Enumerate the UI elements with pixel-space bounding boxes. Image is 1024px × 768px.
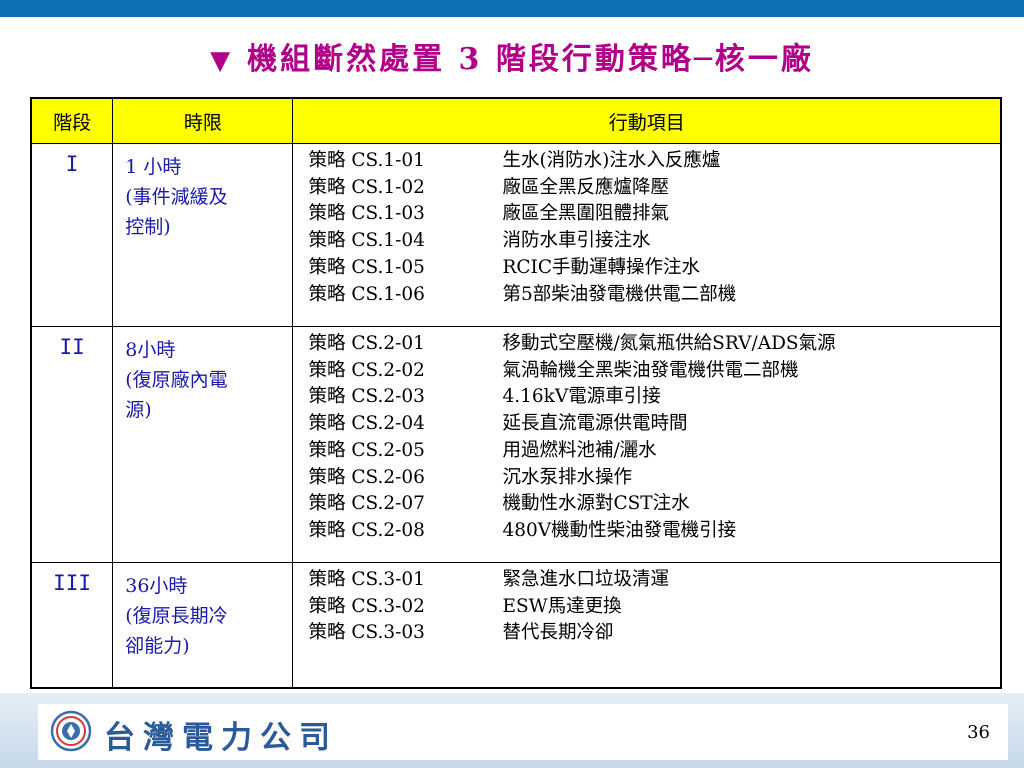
action-item: 策略 CS.3-01 緊急進水口垃圾清運: [308, 567, 994, 594]
strategy-code: 策略 CS.1-02: [308, 176, 425, 198]
taipower-logo-icon: [50, 710, 92, 752]
strategy-code: 策略 CS.1-03: [308, 203, 425, 225]
company-name: 台灣電力公司: [104, 720, 338, 756]
action-item: 策略 CS.1-03 廠區全黑圍阻體排氣: [308, 201, 994, 228]
header-action-items: 行動項目: [292, 97, 1002, 144]
action-item: 策略 CS.2-07 機動性水源對CST注水: [308, 491, 994, 518]
action-item: 策略 CS.1-02 廠區全黑反應爐降壓: [308, 175, 994, 202]
top-accent-bar: [0, 0, 1024, 17]
strategy-action: RCIC手動運轉操作注水: [502, 256, 700, 278]
time-limit-cell: 8小時 (復原廠內電 源): [112, 326, 294, 563]
action-item: 策略 CS.2-04 延長直流電源供電時間: [308, 411, 994, 438]
strategy-table: 階段 時限 行動項目 I 1 小時 (事件減緩及 控制) 策略 CS.1-01 生水(消防…: [30, 97, 1002, 689]
strategy-code: 策略 CS.2-01: [308, 333, 425, 354]
action-item: 策略 CS.1-05 RCIC手動運轉操作注水: [308, 255, 994, 282]
strategy-action: 廠區全黑圍阻體排氣: [502, 203, 669, 225]
stage-cell: III: [30, 562, 114, 688]
strategy-action: ESW馬達更換: [502, 595, 622, 617]
strategy-code: 策略 CS.2-03: [308, 386, 425, 408]
stage-cell: II: [30, 326, 114, 563]
slide-title-text: 機組斷然處置 3 階段行動策略─核一廠: [247, 42, 814, 77]
strategy-code: 策略 CS.2-04: [308, 413, 425, 435]
strategy-action: 廠區全黑反應爐降壓: [502, 176, 669, 198]
strategy-action: 沉水泵排水操作: [502, 466, 632, 488]
table-row: II 8小時 (復原廠內電 源) 策略 CS.2-01 移動式空壓機/氮氣瓶供給SRV/A…: [30, 326, 1002, 563]
time-limit-line: (復原廠內電: [125, 369, 228, 391]
strategy-action: 機動性水源對CST注水: [502, 493, 690, 515]
strategy-action: 第5部柴油發電機供電二部機: [502, 283, 737, 305]
time-limit-line: 控制): [125, 216, 171, 238]
action-item: 策略 CS.2-03 4.16kV電源車引接: [308, 384, 994, 411]
strategy-code: 策略 CS.1-01: [308, 150, 425, 171]
time-limit-line: 8小時: [125, 339, 176, 361]
header-stage: 階段: [30, 97, 114, 144]
table-row: I1 小時 (事件減緩及 控制) 策略 CS.1-01 生水(消防水)注水入反應爐 策略 …: [30, 143, 1002, 327]
page-number: 36: [967, 722, 990, 743]
action-item: 策略 CS.3-03 替代長期冷卻: [308, 620, 994, 647]
action-item: 策略 CS.3-02 ESW馬達更換: [308, 594, 994, 621]
action-item: 策略 CS.2-01 移動式空壓機/氮氣瓶供給SRV/ADS氣源: [308, 331, 994, 358]
strategy-code: 策略 CS.2-06: [308, 466, 425, 488]
action-item: 策略 CS.2-08 480V機動性柴油發電機引接: [308, 518, 994, 545]
time-limit-cell: 36小時 (復原長期冷 卻能力): [112, 562, 294, 688]
strategy-code: 策略 CS.3-02: [308, 595, 425, 617]
time-limit-line: (復原長期冷: [125, 605, 228, 627]
action-item: 策略 CS.2-06 沉水泵排水操作: [308, 465, 994, 492]
strategy-code: 策略 CS.1-05: [308, 256, 425, 278]
time-limit-line: (事件減緩及: [125, 186, 228, 208]
strategy-code: 策略 CS.2-07: [308, 493, 425, 515]
action-item: 策略 CS.1-04 消防水車引接注水: [308, 228, 994, 255]
strategy-action: 用過燃料池補/灑水: [502, 439, 657, 461]
table-header-row: 階段 時限 行動項目: [30, 97, 1002, 144]
strategy-code: 策略 CS.2-05: [308, 439, 425, 461]
header-time-limit: 時限: [112, 97, 294, 144]
time-limit-cell: 1 小時 (事件減緩及 控制): [112, 143, 294, 327]
triangle-marker-icon: ▼: [210, 46, 234, 76]
action-items-cell: 策略 CS.3-01 緊急進水口垃圾清運 策略 CS.3-02 ESW馬達更換 策略 C…: [292, 562, 1002, 688]
strategy-action: 延長直流電源供電時間: [502, 413, 688, 435]
strategy-action: 氣渦輪機全黑柴油發電機供電二部機: [502, 359, 799, 381]
time-limit-line: 1 小時: [125, 156, 182, 178]
table-row: III 36小時 (復原長期冷 卻能力) 策略 CS.3-01 緊急進水口垃圾清運 策略 C…: [30, 562, 1002, 688]
strategy-code: 策略 CS.2-08: [308, 519, 425, 541]
strategy-action: 4.16kV電源車引接: [502, 386, 661, 408]
strategy-action: 緊急進水口垃圾清運: [502, 569, 669, 590]
strategy-code: 策略 CS.2-02: [308, 359, 425, 381]
time-limit-line: 36小時: [125, 575, 188, 597]
strategy-code: 策略 CS.3-03: [308, 622, 425, 644]
action-item: 策略 CS.1-01 生水(消防水)注水入反應爐: [308, 148, 994, 175]
stage-cell: I: [30, 143, 114, 327]
slide-title: ▼ 機組斷然處置 3 階段行動策略─核一廠: [0, 34, 1024, 78]
action-item: 策略 CS.2-02 氣渦輪機全黑柴油發電機供電二部機: [308, 358, 994, 385]
strategy-action: 生水(消防水)注水入反應爐: [502, 150, 721, 171]
strategy-code: 策略 CS.3-01: [308, 569, 425, 590]
time-limit-line: 卻能力): [125, 635, 190, 657]
strategy-action: 移動式空壓機/氮氣瓶供給SRV/ADS氣源: [502, 333, 836, 354]
action-items-cell: 策略 CS.2-01 移動式空壓機/氮氣瓶供給SRV/ADS氣源 策略 CS.2-0…: [292, 326, 1002, 563]
action-items-cell: 策略 CS.1-01 生水(消防水)注水入反應爐策略 CS.1-02 廠區全黑反應爐…: [292, 143, 1002, 327]
action-item: 策略 CS.1-06 第5部柴油發電機供電二部機: [308, 282, 994, 309]
action-item: 策略 CS.2-05 用過燃料池補/灑水: [308, 438, 994, 465]
time-limit-line: 源): [125, 399, 152, 421]
strategy-action: 消防水車引接注水: [502, 230, 651, 252]
strategy-action: 480V機動性柴油發電機引接: [502, 519, 737, 541]
strategy-code: 策略 CS.1-06: [308, 283, 425, 305]
strategy-code: 策略 CS.1-04: [308, 230, 425, 252]
strategy-action: 替代長期冷卻: [502, 622, 614, 644]
